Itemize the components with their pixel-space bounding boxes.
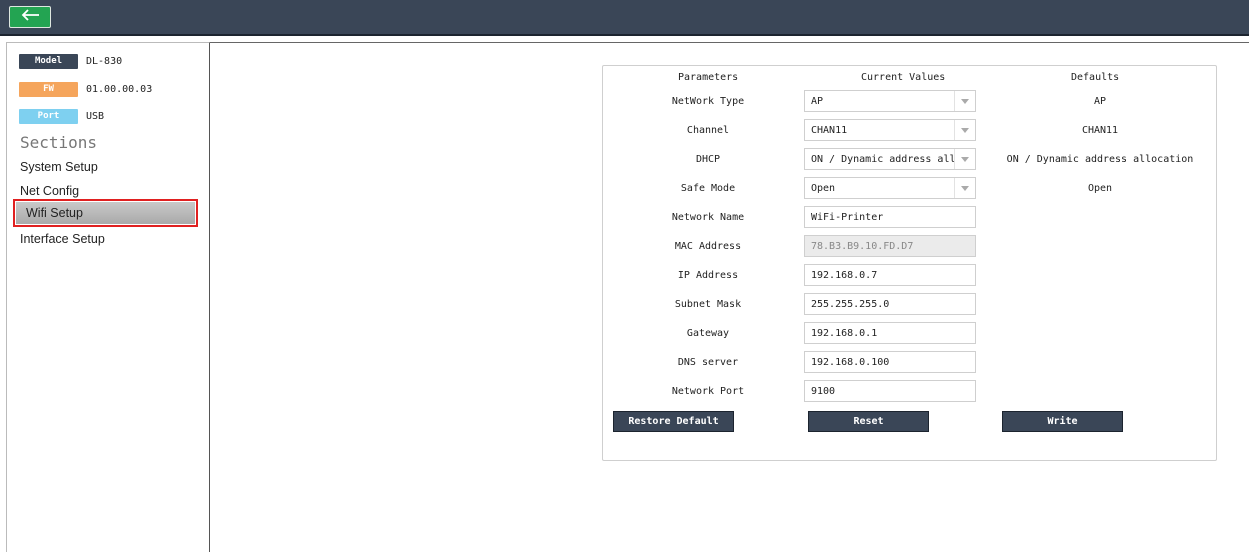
dns-server-input[interactable]: [804, 351, 976, 373]
sidebar-item-wifi-setup[interactable]: Wifi Setup: [13, 199, 198, 227]
header-parameters: Parameters: [678, 72, 739, 83]
default-safe-mode: Open: [1087, 183, 1113, 194]
label-network-type: NetWork Type: [671, 96, 745, 107]
ip-address-input[interactable]: [804, 264, 976, 286]
safe-mode-select[interactable]: Open: [804, 177, 976, 199]
channel-select[interactable]: CHAN11: [804, 119, 976, 141]
label-ip-address: IP Address: [677, 270, 739, 281]
safe-mode-value: Open: [811, 182, 836, 194]
label-safe-mode: Safe Mode: [680, 183, 736, 194]
port-tag: Port: [19, 108, 78, 124]
default-network-type: AP: [1093, 96, 1107, 107]
dhcp-value: ON / Dynamic address allo: [811, 153, 955, 165]
default-channel: CHAN11: [1081, 125, 1119, 136]
network-type-value: AP: [811, 95, 824, 107]
restore-default-button[interactable]: Restore Default: [613, 411, 734, 432]
fw-row: FW 01.00.00.03: [19, 81, 152, 97]
label-dns-server: DNS server: [677, 357, 739, 368]
chevron-down-icon: [954, 149, 975, 169]
network-name-input[interactable]: [804, 206, 976, 228]
back-button[interactable]: [9, 6, 51, 28]
sections-title: Sections: [20, 133, 98, 152]
label-network-port: Network Port: [671, 386, 745, 397]
network-type-select[interactable]: AP: [804, 90, 976, 112]
header-defaults: Defaults: [1071, 72, 1120, 83]
top-bar: [0, 0, 1249, 36]
sidebar-item-net-config[interactable]: Net Config: [20, 184, 79, 198]
chevron-down-icon: [954, 91, 975, 111]
label-mac-address: MAC Address: [674, 241, 742, 252]
model-value: DL-830: [86, 55, 123, 67]
label-gateway: Gateway: [686, 328, 730, 339]
model-row: Model DL-830: [19, 53, 122, 69]
chevron-down-icon: [954, 178, 975, 198]
sidebar-item-system-setup[interactable]: System Setup: [20, 160, 98, 174]
label-dhcp: DHCP: [695, 154, 721, 165]
header-current-values: Current Values: [861, 72, 946, 83]
label-network-name: Network Name: [671, 212, 745, 223]
channel-value: CHAN11: [811, 124, 848, 136]
model-tag: Model: [19, 53, 78, 69]
write-button[interactable]: Write: [1002, 411, 1123, 432]
fw-tag: FW: [19, 81, 78, 97]
label-subnet-mask: Subnet Mask: [674, 299, 742, 310]
label-channel: Channel: [686, 125, 730, 136]
sidebar-item-interface-setup[interactable]: Interface Setup: [20, 232, 105, 246]
subnet-mask-input[interactable]: [804, 293, 976, 315]
arrow-left-icon: [20, 8, 40, 26]
gateway-input[interactable]: [804, 322, 976, 344]
network-port-input[interactable]: [804, 380, 976, 402]
reset-button[interactable]: Reset: [808, 411, 929, 432]
mac-address-input: [804, 235, 976, 257]
port-value: USB: [86, 110, 105, 122]
default-dhcp: ON / Dynamic address allocation: [1006, 154, 1194, 165]
port-row: Port USB: [19, 108, 104, 124]
fw-value: 01.00.00.03: [86, 83, 153, 95]
dhcp-select[interactable]: ON / Dynamic address allo: [804, 148, 976, 170]
chevron-down-icon: [954, 120, 975, 140]
